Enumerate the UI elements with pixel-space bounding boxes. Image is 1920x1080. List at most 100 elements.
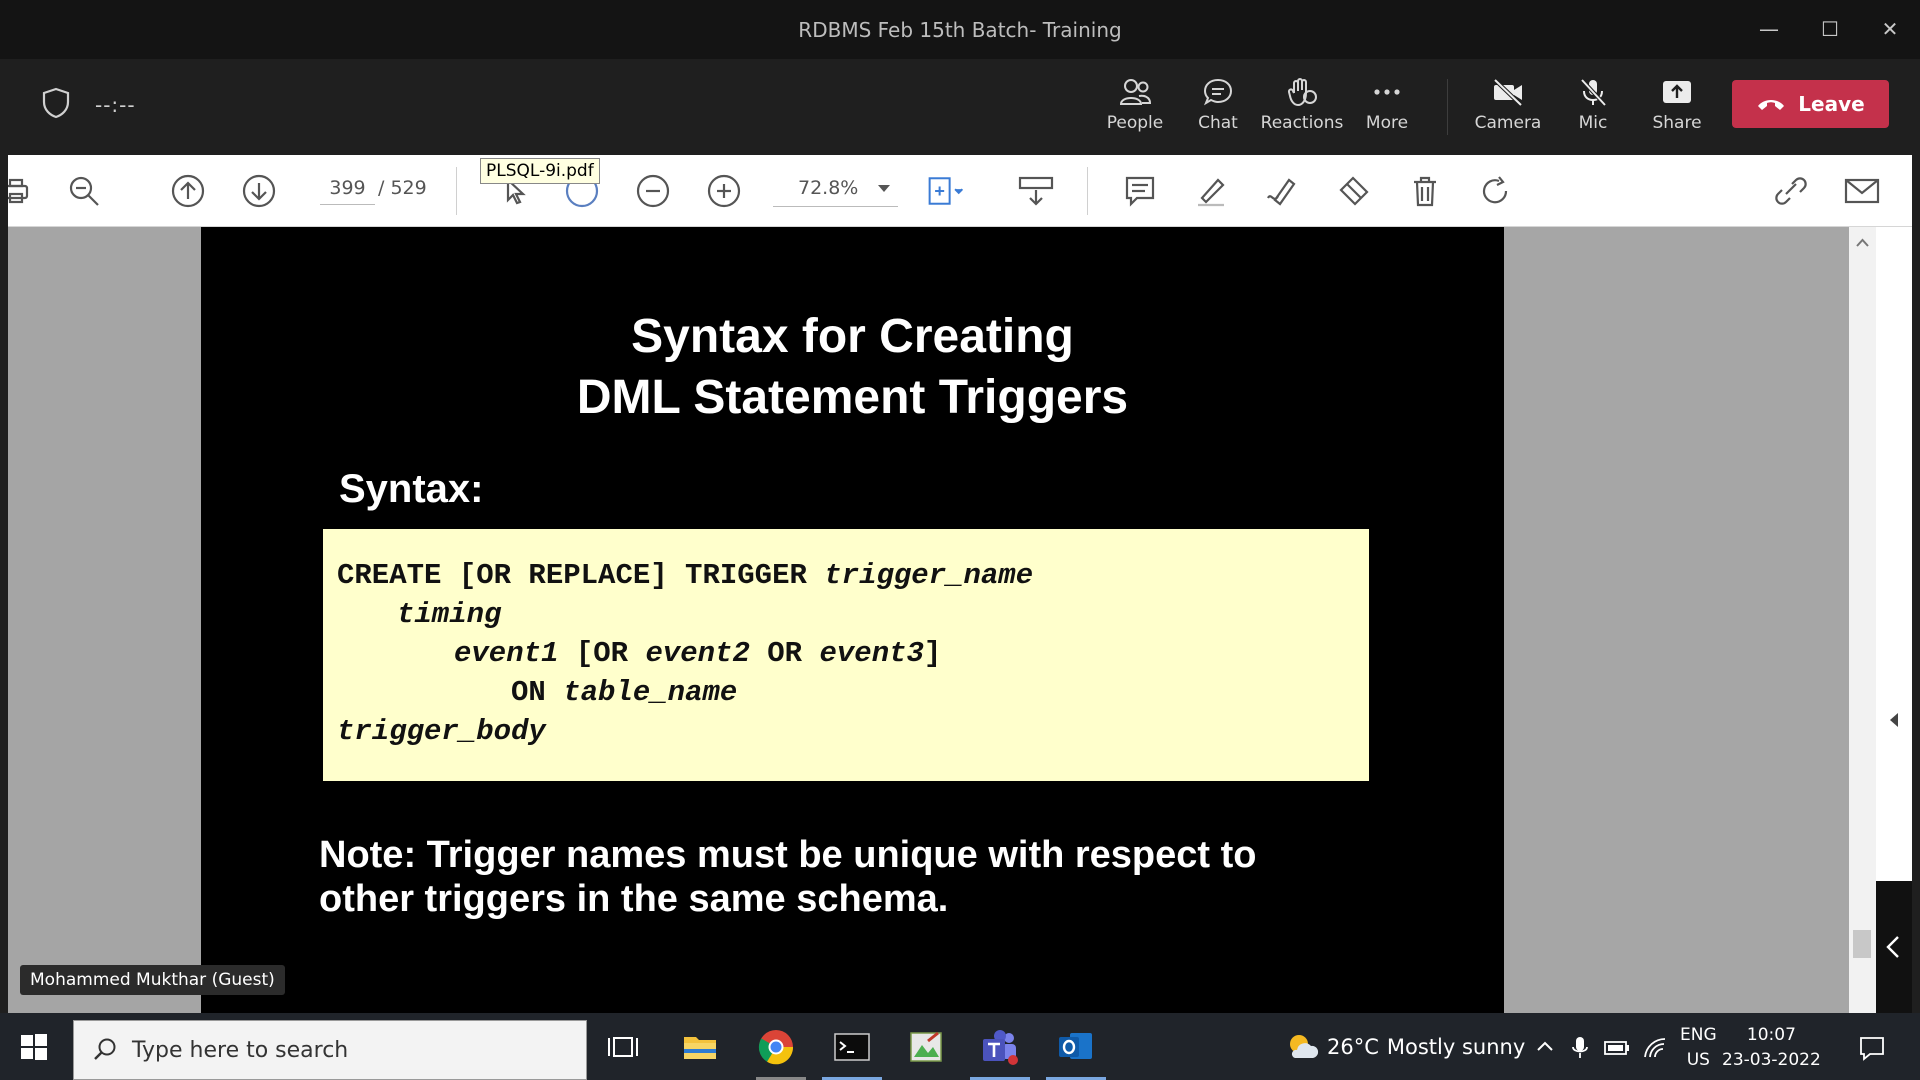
more-label: More [1365,113,1409,133]
code-line-2: timing [397,598,502,631]
image-editor-icon[interactable] [906,1027,946,1067]
code-block: CREATE [OR REPLACE] TRIGGER trigger_name… [323,529,1369,781]
highlight-icon[interactable] [1191,171,1231,211]
search-icon[interactable] [64,171,104,211]
syntax-label: Syntax: [339,467,484,511]
teams-icon[interactable] [980,1027,1020,1067]
reactions-button[interactable]: Reactions [1260,73,1344,143]
page-number-input[interactable]: 399 [320,177,375,205]
erase-icon[interactable] [1334,171,1374,211]
weather-sun-cloud-icon [1290,1035,1319,1058]
wifi-icon[interactable] [1642,1035,1668,1059]
clock-date: 23-03-2022 [1722,1050,1821,1070]
people-button[interactable]: People [1093,73,1177,143]
pdf-toolbar: 399 / 529 PLSQL-9i.pdf 72.8% [8,155,1912,227]
people-label: People [1106,113,1164,133]
vertical-scrollbar[interactable] [1849,227,1876,1013]
code-line-5: trigger_body [337,715,546,748]
rotate-icon[interactable] [1476,171,1516,211]
scroll-up-icon[interactable] [1849,233,1876,253]
slide-title-line2: DML Statement Triggers [576,371,1129,424]
camera-off-icon [1493,78,1523,107]
shared-screen: 399 / 529 PLSQL-9i.pdf 72.8% Syntax for … [8,155,1912,1013]
task-view-icon[interactable] [604,1027,644,1067]
slide-note: Note: Trigger names must be unique with … [319,833,1256,921]
next-page-icon[interactable] [239,171,279,211]
code-line-4: ON table_name [511,676,738,709]
system-clock[interactable]: 10:07 23-03-2022 [1722,1023,1821,1073]
maximize-button[interactable]: ☐ [1815,14,1845,44]
fit-page-icon[interactable] [926,171,966,211]
chevron-left-icon [1886,936,1899,958]
chat-icon [1203,78,1233,106]
more-button[interactable]: More [1345,73,1429,143]
participant-name-tag: Mohammed Mukthar (Guest) [20,965,285,995]
toolbar-divider [456,167,457,215]
mic-button[interactable]: Mic [1551,73,1635,143]
page-total: / 529 [378,177,427,199]
clock-time: 10:07 [1746,1025,1796,1045]
participant-panel-toggle[interactable] [1876,881,1912,1013]
print-icon[interactable] [8,171,36,211]
chat-button[interactable]: Chat [1176,73,1260,143]
code-line-3: event1 [OR event2 OR event3] [454,637,942,670]
collapse-panel-icon[interactable] [1876,705,1912,735]
shield-icon[interactable] [42,87,70,119]
phone-hangup-icon [1758,100,1785,110]
zoom-out-icon[interactable] [633,171,673,211]
search-placeholder: Type here to search [132,1038,349,1063]
mic-label: Mic [1578,113,1608,133]
outlook-icon[interactable] [1056,1027,1096,1067]
previous-page-icon[interactable] [168,171,208,211]
battery-icon[interactable] [1604,1039,1630,1057]
weather-condition: Mostly sunny [1386,1035,1526,1059]
comment-icon[interactable] [1120,171,1160,211]
share-link-icon[interactable] [1771,171,1811,211]
share-button[interactable]: Share [1635,73,1719,143]
taskbar-search-box[interactable]: Type here to search [73,1020,587,1080]
windows-start-icon[interactable] [20,1033,48,1061]
leave-button[interactable]: Leave [1732,80,1889,128]
close-button[interactable]: ✕ [1875,14,1905,44]
reactions-label: Reactions [1260,113,1344,133]
file-name-tooltip: PLSQL-9i.pdf [480,158,600,184]
presentation-slide: Syntax for Creating DML Statement Trigge… [201,227,1504,1013]
reactions-icon [1287,78,1317,107]
microphone-icon[interactable] [1570,1035,1590,1061]
draw-icon[interactable] [1262,171,1302,211]
document-margin-left [8,227,201,1013]
note-line-1: Note: Trigger names must be unique with … [319,834,1257,876]
scroll-mode-icon[interactable] [1016,171,1056,211]
chat-label: Chat [1198,113,1238,133]
input-language-indicator[interactable]: ENG US [1680,1023,1717,1073]
chevron-down-icon [878,185,890,192]
terminal-icon[interactable] [832,1027,872,1067]
meeting-control-bar: --:-- People Chat Reactions More Camera … [0,59,1920,155]
meeting-timer: --:-- [95,93,136,117]
window-title: RDBMS Feb 15th Batch- Training [798,18,1122,42]
more-icon [1374,89,1400,95]
weather-temperature: 26°C [1327,1035,1379,1059]
zoom-level-select[interactable]: 72.8% [773,177,898,207]
slide-title-line1: Syntax for Creating [631,310,1074,363]
share-icon [1663,81,1691,103]
search-icon [94,1038,116,1060]
camera-button[interactable]: Camera [1466,73,1550,143]
zoom-in-icon[interactable] [704,171,744,211]
file-explorer-icon[interactable] [680,1027,720,1067]
minimize-button[interactable]: — [1754,14,1784,44]
code-line-1: CREATE [OR REPLACE] TRIGGER trigger_name [337,559,1034,592]
mic-off-icon [1580,78,1607,107]
notifications-icon[interactable] [1858,1035,1886,1061]
chrome-icon[interactable] [756,1027,796,1067]
people-icon [1119,79,1152,105]
weather-widget[interactable]: 26°C Mostly sunny [1285,1032,1525,1062]
scrollbar-thumb[interactable] [1853,930,1871,958]
note-line-2: other triggers in the same schema. [319,878,949,920]
chevron-up-icon[interactable] [1534,1037,1556,1057]
document-margin-right [1504,227,1849,1013]
delete-icon[interactable] [1405,171,1445,211]
zoom-level-value: 72.8% [798,177,859,199]
windows-taskbar: Type here to search 26°C Mostly sunny EN… [0,1013,1920,1080]
email-icon[interactable] [1842,171,1882,211]
